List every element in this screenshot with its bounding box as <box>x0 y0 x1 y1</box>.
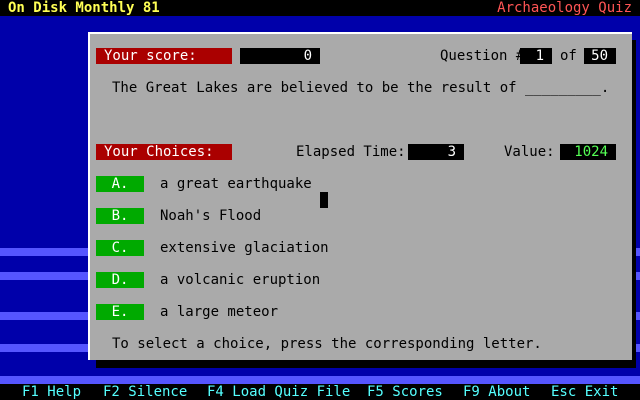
question-number: 1 <box>520 48 552 64</box>
f9-about-key[interactable]: F9 About <box>463 384 530 400</box>
f2-silence-key[interactable]: F2 Silence <box>103 384 187 400</box>
choice-d-button[interactable]: D. <box>96 272 144 288</box>
choice-e-text[interactable]: a large meteor <box>160 304 278 320</box>
choice-c-button[interactable]: C. <box>96 240 144 256</box>
value-label: Value: <box>504 144 555 160</box>
choice-a-button[interactable]: A. <box>96 176 144 192</box>
f4-load-quiz-key[interactable]: F4 Load Quiz File <box>207 384 350 400</box>
score-value: 0 <box>240 48 320 64</box>
title-bar: On Disk Monthly 81 Archaeology Quiz <box>0 0 640 16</box>
question-text: The Great Lakes are believed to be the r… <box>112 80 610 96</box>
question-total: 50 <box>584 48 616 64</box>
choice-d-text[interactable]: a volcanic eruption <box>160 272 320 288</box>
f1-help-key[interactable]: F1 Help <box>22 384 81 400</box>
choice-b-button[interactable]: B. <box>96 208 144 224</box>
question-of-label: of <box>560 48 577 64</box>
choice-b-text[interactable]: Noah's Flood <box>160 208 261 224</box>
choice-e-button[interactable]: E. <box>96 304 144 320</box>
choices-label: Your Choices: <box>96 144 232 160</box>
quiz-panel: Your score: 0 Question # 1 of 50 The Gre… <box>88 32 632 360</box>
instruction-text: To select a choice, press the correspond… <box>112 336 542 352</box>
choice-a-text[interactable]: a great earthquake <box>160 176 312 192</box>
elapsed-time-label: Elapsed Time: <box>296 144 406 160</box>
text-cursor <box>320 192 328 208</box>
score-label: Your score: <box>96 48 232 64</box>
app-title: On Disk Monthly 81 <box>8 0 160 16</box>
esc-exit-key[interactable]: Esc Exit <box>551 384 618 400</box>
function-key-bar: F1 Help F2 Silence F4 Load Quiz File F5 … <box>0 384 640 400</box>
panel-shadow-bottom <box>96 360 636 368</box>
f5-scores-key[interactable]: F5 Scores <box>367 384 443 400</box>
elapsed-time-value: 3 <box>408 144 464 160</box>
quiz-title: Archaeology Quiz <box>497 0 632 16</box>
value-amount: 1024 <box>560 144 616 160</box>
question-label: Question # <box>440 48 525 64</box>
choice-c-text[interactable]: extensive glaciation <box>160 240 329 256</box>
background-stripe <box>0 376 640 384</box>
